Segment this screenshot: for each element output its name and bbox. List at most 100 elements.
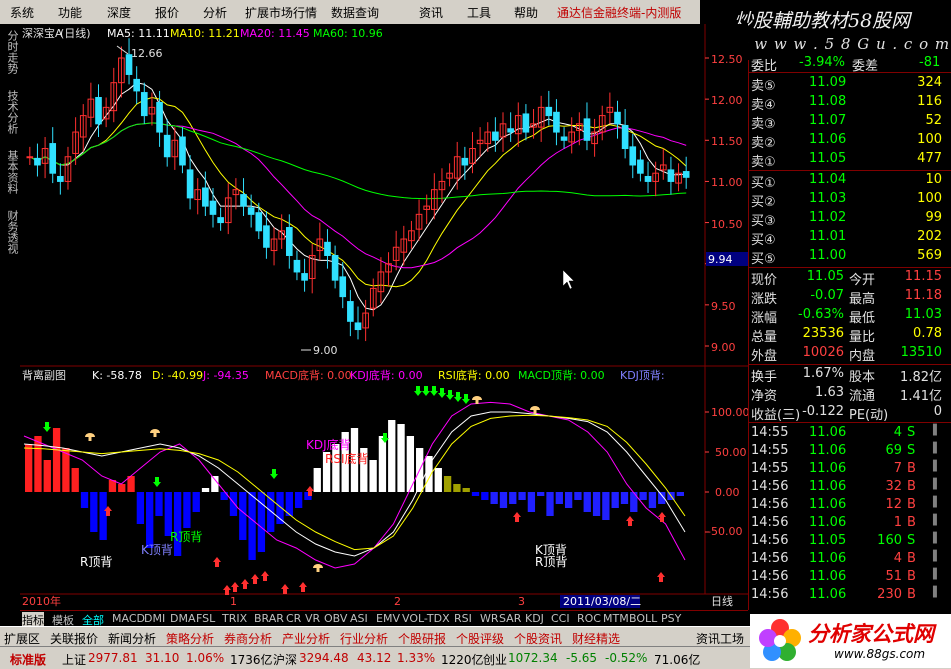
- ask-label: 卖②: [751, 136, 776, 151]
- ask-row[interactable]: 卖③ 11.07 52: [749, 112, 951, 132]
- menu-tools[interactable]: 工具: [467, 4, 491, 21]
- tick-direction: B: [907, 551, 916, 566]
- menu-data-query[interactable]: 数据查询: [331, 4, 379, 21]
- ask-label: 卖⑤: [751, 79, 776, 94]
- indicator-tab[interactable]: OBV: [324, 612, 347, 625]
- sub-macd-bottom: MACD底背: 0.00: [265, 368, 352, 382]
- bid-price: 11.03: [809, 191, 847, 206]
- tick-sep-icon: ▌: [933, 497, 941, 508]
- candle-body: [347, 301, 354, 322]
- indicator-tab[interactable]: WR: [480, 612, 499, 625]
- indicator-tab[interactable]: BRAR: [254, 612, 284, 625]
- bid-row[interactable]: 买⑤ 11.00 569: [749, 247, 951, 267]
- bottom-tab[interactable]: 个股资讯: [514, 630, 562, 647]
- x-label: 1: [230, 595, 237, 608]
- index-hs-label[interactable]: 沪深: [273, 651, 297, 668]
- ask-row[interactable]: 卖① 11.05 477: [749, 150, 951, 170]
- candle-body: [545, 106, 553, 117]
- bid-row[interactable]: 买③ 11.02 99: [749, 209, 951, 229]
- tick-row: 14:55 11.06 69 S ▌: [749, 442, 951, 461]
- indicator-tab[interactable]: CR: [286, 612, 301, 625]
- tab-intraday[interactable]: 分时走势: [2, 30, 19, 74]
- ask-row[interactable]: 卖⑤ 11.09 324: [749, 74, 951, 94]
- bottom-tab[interactable]: 新闻分析: [108, 630, 156, 647]
- bottom-tab[interactable]: 行业分析: [340, 630, 388, 647]
- index-sh-label[interactable]: 上证: [62, 651, 86, 668]
- bid-row[interactable]: 买② 11.03 100: [749, 190, 951, 210]
- period-label[interactable]: 日线: [711, 594, 733, 608]
- indicator-tab[interactable]: EMV: [376, 612, 400, 625]
- ask-row[interactable]: 卖② 11.06 100: [749, 131, 951, 151]
- indicator-tab[interactable]: DMA: [170, 612, 196, 625]
- index-cy-amt: 71.06亿: [654, 653, 701, 667]
- indicator-tab[interactable]: PSY: [661, 612, 681, 625]
- sub-chart-title: 背离副图: [22, 368, 66, 382]
- tick-volume: 230: [877, 587, 902, 602]
- menu-help[interactable]: 帮助: [514, 4, 538, 21]
- indicator-tab[interactable]: VR: [305, 612, 320, 625]
- menu-system[interactable]: 系统: [10, 4, 34, 21]
- index-hs-pct: 1.33%: [397, 651, 436, 665]
- high-price-label: 12.66: [131, 47, 163, 60]
- indicator-tab[interactable]: VOL-TDX: [402, 612, 450, 625]
- indicator-tab[interactable]: ASI: [350, 612, 368, 625]
- menu-ext-market[interactable]: 扩展市场行情: [245, 4, 317, 21]
- info-workshop-tab[interactable]: 资讯工场: [696, 630, 744, 647]
- bid-row[interactable]: 买④ 11.01 202: [749, 228, 951, 248]
- indicator-tab[interactable]: RSI: [454, 612, 472, 625]
- stat-row: 总量 23536 量比 0.78: [749, 325, 951, 345]
- bottom-tab[interactable]: 个股评级: [456, 630, 504, 647]
- tab-technical[interactable]: 技术分析: [2, 90, 19, 134]
- ask-row[interactable]: 卖④ 11.08 116: [749, 93, 951, 113]
- tick-direction: B: [907, 497, 916, 512]
- bid-label: 买③: [751, 214, 776, 229]
- bid-volume: 99: [925, 210, 942, 225]
- candle-body: [95, 96, 102, 125]
- menu-function[interactable]: 功能: [58, 4, 82, 21]
- menu-news[interactable]: 资讯: [419, 4, 443, 21]
- ma5-label: MA5: 11.11: [107, 27, 170, 40]
- kline-chart[interactable]: 深深宝A (日线) MA5: 11.11 MA10: 11.21 MA20: 1…: [20, 24, 748, 610]
- bottom-tab[interactable]: 产业分析: [282, 630, 330, 647]
- stat2-row: 收益(三) -0.122 PE(动) 0: [749, 403, 951, 423]
- indicator-tab[interactable]: ROC: [577, 612, 601, 625]
- menu-analysis[interactable]: 分析: [203, 4, 227, 21]
- bottom-tab[interactable]: 关联报价: [50, 630, 98, 647]
- indicator-tab[interactable]: BOLL: [629, 612, 657, 625]
- index-cy-label[interactable]: 创业: [483, 651, 507, 668]
- menu-quote[interactable]: 报价: [155, 4, 179, 21]
- indicator-tab[interactable]: KDJ: [525, 612, 544, 625]
- bid-volume: 202: [917, 229, 942, 244]
- watermark-text: 炒股輔助教材58股网: [734, 10, 911, 32]
- stat-row: 现价 11.05 今开 11.15: [749, 268, 951, 288]
- date-highlight: 2011/03/08/二: [563, 595, 641, 608]
- rsi-bottom-annotation: RSI底背: [325, 451, 369, 466]
- tick-volume: 69: [885, 443, 902, 458]
- chart-period: (日线): [60, 26, 91, 40]
- index-cy-value: 1072.34: [508, 651, 558, 665]
- indicator-tab[interactable]: FSL: [196, 612, 215, 625]
- tick-sep-icon: ▌: [933, 569, 941, 580]
- bid-label: 买①: [751, 176, 776, 191]
- ask-label: 卖④: [751, 98, 776, 113]
- bid-row[interactable]: 买① 11.04 10: [749, 171, 951, 191]
- menu-depth[interactable]: 深度: [107, 4, 131, 21]
- bottom-tab[interactable]: 财经精选: [572, 630, 620, 647]
- sub-k-value: K: -58.78: [92, 369, 142, 382]
- tab-fundamental[interactable]: 基本资料: [2, 150, 19, 194]
- tick-row: 14:56 11.06 12 B ▌: [749, 496, 951, 515]
- bottom-tab[interactable]: 策略分析: [166, 630, 214, 647]
- candle-body: [285, 227, 293, 256]
- indicator-tab[interactable]: DMI: [144, 612, 165, 625]
- tab-financial[interactable]: 财务透视: [2, 210, 19, 254]
- indicator-tab[interactable]: MACD: [112, 612, 145, 625]
- indicator-tab[interactable]: TRIX: [222, 612, 247, 625]
- bottom-tab[interactable]: 个股研报: [398, 630, 446, 647]
- bottom-tab[interactable]: 扩展区: [4, 630, 40, 647]
- stat-value: 23536: [802, 326, 844, 341]
- indicator-tab[interactable]: CCI: [551, 612, 570, 625]
- bottom-tab[interactable]: 券商分析: [224, 630, 272, 647]
- indicator-tab[interactable]: SAR: [499, 612, 521, 625]
- indicator-tab[interactable]: MTM: [603, 612, 629, 625]
- candle-body: [331, 254, 339, 281]
